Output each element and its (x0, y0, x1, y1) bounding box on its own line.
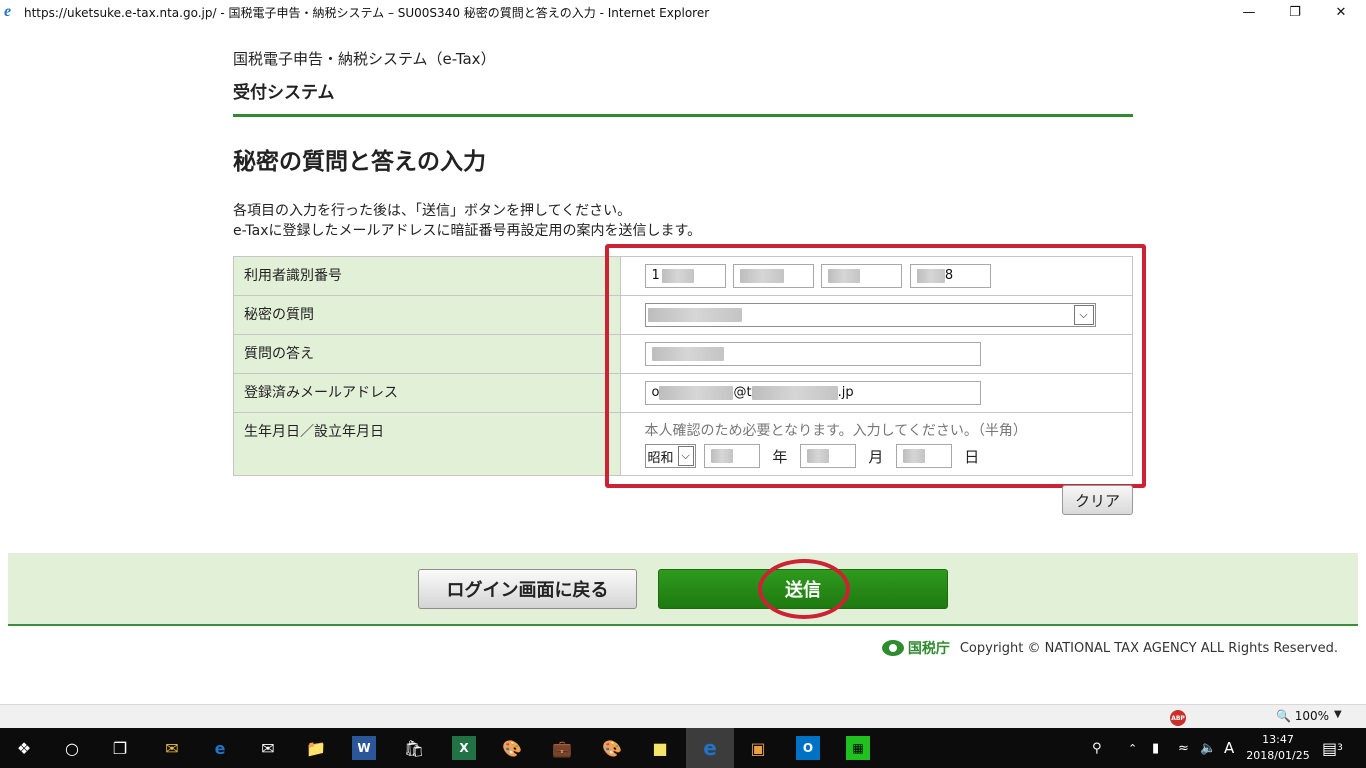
outlook-mail-folder-icon[interactable]: ✉ (160, 736, 184, 760)
ime-indicator[interactable]: A (1224, 728, 1234, 768)
user-id-input-2[interactable] (732, 264, 814, 288)
copyright-text: Copyright © NATIONAL TAX AGENCY ALL Righ… (959, 640, 1338, 656)
minimize-button[interactable]: — (1226, 0, 1272, 24)
row-birth-date: 生年月日／設立年月日 本人確認のため必要となります。入力してください。（半角） … (233, 412, 1133, 476)
notification-center-icon[interactable]: ▤ 3 (1322, 728, 1343, 768)
internet-explorer-icon: e (4, 3, 12, 20)
windows-taskbar: ❖ ○ ❐ ✉ e ✉ 📁 W 🛍 X 🎨 💼 🎨 ■ e ▣ O ▦ ⚲ ⌃ … (0, 728, 1366, 768)
back-to-login-button[interactable]: ログイン画面に戻る (418, 569, 637, 609)
close-button[interactable]: ✕ (1318, 0, 1364, 24)
chevron-down-icon[interactable]: ⌵ (1073, 305, 1094, 325)
restore-button[interactable]: ❐ (1272, 0, 1318, 24)
year-unit-label: 年 (772, 447, 788, 466)
people-icon[interactable]: ⚲ (1092, 728, 1102, 768)
app-icon[interactable]: ▣ (746, 736, 770, 760)
edge-browser-icon[interactable]: e (208, 736, 232, 760)
send-button[interactable]: 送信 (658, 569, 948, 609)
sticky-notes-icon[interactable]: ■ (648, 736, 672, 760)
row-user-id: 利用者識別番号 1 8 (233, 256, 1133, 296)
taskbar-clock[interactable]: 13:47 2018/01/25 (1246, 732, 1310, 764)
page-content: 国税電子申告・納税システム（e-Tax） 受付システム 秘密の質問と答えの入力 … (0, 24, 1366, 704)
paint-icon[interactable]: 🎨 (500, 736, 524, 760)
month-unit-label: 月 (868, 447, 884, 466)
store-icon[interactable]: 🛍 (402, 736, 426, 760)
excel-icon[interactable]: X (452, 736, 476, 760)
app-green-icon[interactable]: ▦ (846, 736, 870, 760)
row-secret-question: 秘密の質問 ⌵ (233, 295, 1133, 335)
word-icon[interactable]: W (352, 736, 376, 760)
chevron-down-icon[interactable]: ⌵ (677, 446, 694, 466)
subsystem-name: 受付システム (233, 83, 335, 103)
action-bar: ログイン画面に戻る 送信 (8, 553, 1358, 626)
internet-explorer-taskbar-icon[interactable]: e (686, 728, 734, 768)
battery-icon[interactable]: ▮ (1152, 728, 1159, 768)
description-line-2: e-Taxに登録したメールアドレスに暗証番号再設定用の案内を送信します。 (233, 223, 702, 239)
task-view-icon[interactable]: ❐ (108, 736, 132, 760)
user-id-input-4[interactable]: 8 (909, 264, 991, 288)
secret-question-label: 秘密の質問 (233, 295, 621, 335)
era-select[interactable]: 昭和 ⌵ (644, 444, 696, 468)
mail-icon[interactable]: ✉ (256, 736, 280, 760)
row-answer: 質問の答え (233, 334, 1133, 374)
search-circle-icon[interactable]: ○ (60, 736, 84, 760)
birth-month-input[interactable] (799, 444, 856, 468)
user-id-input-3[interactable] (821, 264, 903, 288)
header-divider (233, 114, 1133, 117)
secret-question-select[interactable]: ⌵ (644, 303, 1096, 327)
system-name: 国税電子申告・納税システム（e-Tax） (233, 50, 496, 68)
window-titlebar: e https://uketsuke.e-tax.nta.go.jp/ - 国税… (0, 0, 1366, 24)
file-explorer-icon[interactable]: 📁 (304, 736, 328, 760)
birth-day-input[interactable] (895, 444, 952, 468)
email-label: 登録済みメールアドレス (233, 373, 621, 413)
start-windows-icon[interactable]: ❖ (12, 736, 36, 760)
input-form-table: 利用者識別番号 1 8 秘密の質問 ⌵ 質問の答え 登録済みメールアドレス o … (233, 256, 1133, 476)
zoom-dropdown-icon[interactable]: ▼ (1334, 709, 1342, 720)
browser-statusbar: ABP 🔍 100% ▼ (0, 704, 1366, 728)
description-line-1: 各項目の入力を行った後は、「送信」ボタンを押してください。 (233, 203, 632, 219)
birth-year-input[interactable] (703, 444, 760, 468)
volume-muted-icon[interactable]: 🔈 (1200, 728, 1216, 768)
answer-label: 質問の答え (233, 334, 621, 374)
wifi-icon[interactable]: ≈ (1178, 728, 1189, 768)
email-input[interactable]: o @t .jp (644, 381, 981, 405)
answer-input[interactable] (644, 342, 981, 366)
birth-date-note: 本人確認のため必要となります。入力してください。（半角） (644, 423, 1027, 439)
show-hidden-icons-icon[interactable]: ⌃ (1128, 728, 1137, 768)
outlook-icon[interactable]: O (796, 736, 820, 760)
nta-logo: 国税庁 (881, 638, 950, 658)
user-id-input-1[interactable]: 1 (644, 264, 726, 288)
toolbox-icon[interactable]: 💼 (550, 736, 574, 760)
nta-logo-icon (881, 640, 904, 656)
user-id-label: 利用者識別番号 (233, 256, 621, 296)
adblock-icon[interactable]: ABP (1170, 710, 1186, 726)
window-title: https://uketsuke.e-tax.nta.go.jp/ - 国税電子… (24, 5, 710, 20)
day-unit-label: 日 (964, 447, 980, 466)
page-footer: 国税庁 Copyright © NATIONAL TAX AGENCY ALL … (881, 638, 1338, 658)
page-title: 秘密の質問と答えの入力 (233, 149, 486, 175)
row-email: 登録済みメールアドレス o @t .jp (233, 373, 1133, 413)
palette-icon[interactable]: 🎨 (600, 736, 624, 760)
clear-button[interactable]: クリア (1062, 485, 1133, 515)
zoom-level[interactable]: 🔍 100% (1276, 709, 1329, 723)
birth-date-label: 生年月日／設立年月日 (233, 412, 621, 476)
